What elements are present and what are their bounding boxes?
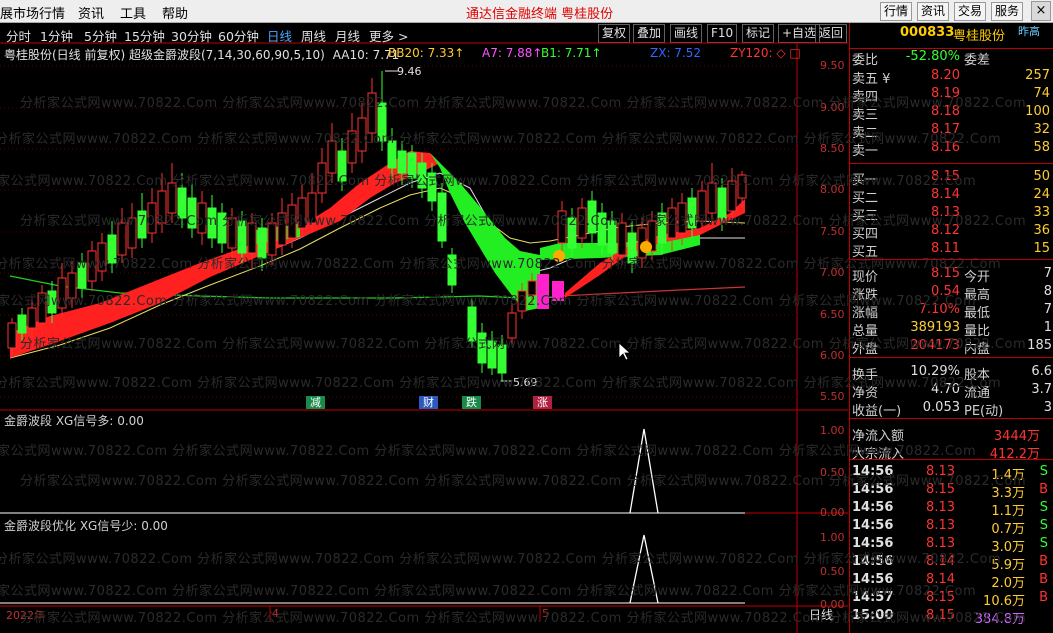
watermark-text: 分析家公式网www.70822.Com 分析家公式网www.70822.Com … bbox=[0, 257, 1002, 272]
stock-code: 000833 bbox=[900, 25, 955, 40]
indicator-a7: A7: 7.88↑ bbox=[482, 46, 543, 60]
price-tick: 5.50 bbox=[820, 390, 845, 403]
close-icon[interactable]: × bbox=[1031, 1, 1051, 21]
watermark-text: 分析家公式网www.70822.Com 分析家公式网www.70822.Com … bbox=[0, 376, 1002, 391]
panel1-tick: 1.00 bbox=[820, 424, 845, 437]
weibi-value: -52.80% bbox=[905, 49, 960, 64]
window-title: 通达信金融终端 粤桂股份 bbox=[466, 7, 614, 22]
panel2-tick: 1.00 bbox=[820, 531, 845, 544]
buy-volume: 50 bbox=[1033, 169, 1050, 184]
service-tab-button[interactable]: 服务 bbox=[991, 2, 1024, 21]
stock-name: 粤桂股份 bbox=[953, 29, 1006, 44]
mouse-cursor-icon bbox=[618, 342, 632, 361]
watermark-text: 分析家公式网www.70822.Com 分析家公式网www.70822.Com … bbox=[20, 214, 1027, 229]
quote-panel: 000833 粤桂股份 昨高 委比 -52.80% 委差 卖五 ¥ 8.20 257… bbox=[849, 23, 1053, 633]
quote-tab-button[interactable]: 行情 bbox=[880, 2, 913, 21]
high-price-label: 9.46 bbox=[397, 65, 422, 78]
weicha-label: 委差 bbox=[964, 53, 991, 68]
price-tick: 9.50 bbox=[820, 59, 845, 72]
fundamental-row: 收益(一) 0.053 PE(动) 3 bbox=[852, 400, 1052, 419]
menu-bar: 展市场行情 资讯 工具 帮助 通达信金融终端 粤桂股份 行情 资讯 交易 服务 … bbox=[0, 0, 1053, 23]
tag-reduce[interactable]: 减 bbox=[306, 396, 325, 409]
watermark-text: 分析家公式网www.70822.Com 分析家公式网www.70822.Com … bbox=[0, 552, 1002, 567]
indicator-bb20: BB20: 7.33↑ bbox=[388, 46, 465, 60]
menu-tools[interactable]: 工具 bbox=[120, 3, 146, 22]
buy-volume: 24 bbox=[1033, 187, 1050, 202]
indicator-info-line: 粤桂股份(日线 前复权) 超级金爵波段(7,14,30,60,90,5,10) … bbox=[4, 46, 399, 63]
panel1-label: 金爵波段 XG信号多: 0.00 bbox=[4, 414, 144, 428]
panel1-tick: 0.00 bbox=[820, 506, 845, 519]
watermark-text: 分析家公式网www.70822.Com 分析家公式网www.70822.Com … bbox=[20, 337, 1027, 352]
extra-label: 昨高 bbox=[1018, 25, 1040, 38]
tick-row: 14:56 8.13 0.7万 S bbox=[852, 518, 1048, 537]
tag-finance[interactable]: 财 bbox=[419, 396, 438, 409]
watermark-text: 分析家公式网www.70822.Com 分析家公式网www.70822.Com … bbox=[20, 474, 1027, 489]
panel2-label: 金爵波段优化 XG信号少: 0.00 bbox=[4, 519, 168, 533]
news-tab-button[interactable]: 资讯 bbox=[917, 2, 950, 21]
watermark-text: 分析家公式网www.70822.Com 分析家公式网www.70822.Com … bbox=[0, 444, 977, 459]
menu-news[interactable]: 资讯 bbox=[78, 3, 104, 22]
weibi-label: 委比 bbox=[852, 53, 879, 68]
sell-volume: 257 bbox=[1025, 68, 1050, 83]
sell-level-label: 卖五 ¥ bbox=[852, 72, 891, 87]
tag-fall[interactable]: 跌 bbox=[462, 396, 481, 409]
kline-chart[interactable] bbox=[0, 23, 848, 633]
chart-title: 粤桂股份(日线 前复权) 超级金爵波段(7,14,30,60,90,5,10) bbox=[4, 48, 325, 62]
trade-tab-button[interactable]: 交易 bbox=[954, 2, 987, 21]
buy-price: 8.14 bbox=[931, 187, 960, 202]
watermark-text: 分析家公式网www.70822.Com 分析家公式网www.70822.Com … bbox=[0, 294, 977, 309]
watermark-text: 分析家公式网www.70822.Com 分析家公式网www.70822.Com … bbox=[0, 132, 1002, 147]
indicator-zy120: ZY120: ◇ □ bbox=[730, 46, 801, 60]
menu-help[interactable]: 帮助 bbox=[162, 3, 188, 22]
watermark-text: 分析家公式网www.70822.Com 分析家公式网www.70822.Com … bbox=[0, 584, 977, 599]
indicator-zx: ZX: 7.52 bbox=[650, 46, 702, 60]
tag-rise[interactable]: 涨 bbox=[533, 396, 552, 409]
watermark-text: 分析家公式网www.70822.Com 分析家公式网www.70822.Com … bbox=[20, 96, 1027, 111]
menu-market[interactable]: 展市场行情 bbox=[0, 3, 65, 22]
tick-row: 14:56 8.13 1.1万 S bbox=[852, 500, 1048, 519]
buy-row: 买二 8.14 24 bbox=[850, 187, 1053, 206]
buy-level-label: 买二 bbox=[852, 191, 879, 206]
price-tick: 6.50 bbox=[820, 308, 845, 321]
indicator-b1: B1: 7.71↑ bbox=[541, 46, 602, 60]
watermark-text: 分析家公式网www.70822.Com 分析家公式网www.70822.Com … bbox=[20, 611, 1027, 626]
sell-row: 卖五 ¥ 8.20 257 bbox=[850, 68, 1053, 87]
sell-price: 8.20 bbox=[931, 68, 960, 83]
watermark-text: 分析家公式网www.70822.Com 分析家公式网www.70822.Com … bbox=[0, 174, 977, 189]
